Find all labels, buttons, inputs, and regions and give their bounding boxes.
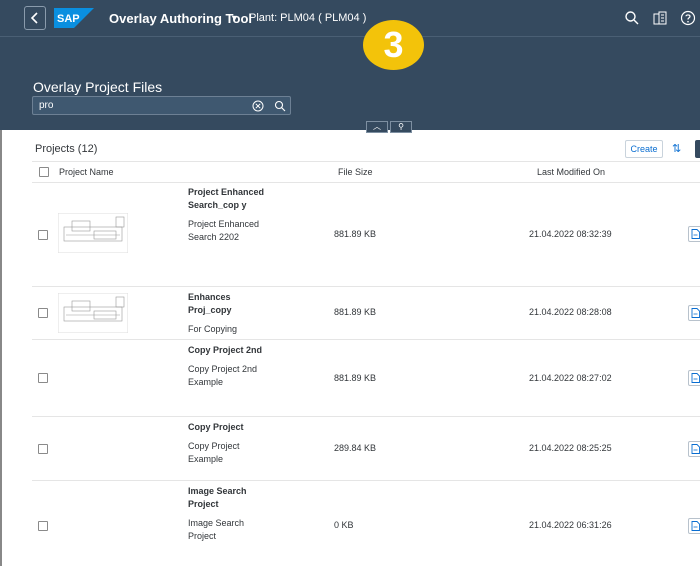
open-document-button[interactable] bbox=[688, 441, 700, 457]
divider bbox=[0, 130, 2, 566]
table-title: Projects (12) bbox=[35, 143, 98, 155]
file-size: 881.89 KB bbox=[334, 229, 377, 239]
column-header-size[interactable]: File Size bbox=[338, 167, 373, 177]
column-header-modified[interactable]: Last Modified On bbox=[537, 167, 605, 177]
document-icon bbox=[691, 373, 700, 383]
table-row[interactable]: Project Enhanced Search_cop y Project En… bbox=[32, 183, 700, 287]
last-modified: 21.04.2022 08:28:08 bbox=[529, 307, 612, 317]
plant-label: Plant: PLM04 ( PLM04 ) bbox=[249, 12, 367, 24]
project-name: Enhances Proj_copy For Copying bbox=[188, 292, 238, 334]
svg-text:SAP: SAP bbox=[57, 13, 80, 25]
row-checkbox[interactable] bbox=[38, 521, 48, 531]
search-icon[interactable] bbox=[274, 100, 286, 112]
shell-bar: SAP Overlay Authoring Tool ▼ Plant: PLM0… bbox=[0, 0, 700, 36]
table-row[interactable]: Copy Project Copy Project Example 289.84… bbox=[32, 417, 700, 481]
search-icon[interactable] bbox=[624, 10, 640, 26]
document-icon bbox=[691, 308, 700, 318]
clear-icon[interactable] bbox=[252, 100, 264, 112]
document-icon bbox=[691, 521, 700, 531]
pin-header-button[interactable]: ⚲ bbox=[390, 121, 412, 133]
last-modified: 21.04.2022 08:27:02 bbox=[529, 373, 612, 383]
document-icon bbox=[691, 444, 700, 454]
open-document-button[interactable] bbox=[688, 518, 700, 534]
select-all-checkbox[interactable] bbox=[39, 167, 49, 177]
settings-button[interactable] bbox=[695, 140, 700, 158]
open-document-button[interactable] bbox=[688, 226, 700, 242]
table-row[interactable]: Image Search Project Image Search Projec… bbox=[32, 481, 700, 571]
row-checkbox[interactable] bbox=[38, 444, 48, 454]
object-header: Overlay Project Files bbox=[0, 36, 700, 130]
row-checkbox[interactable] bbox=[38, 373, 48, 383]
search-value: pro bbox=[39, 100, 54, 111]
file-size: 881.89 KB bbox=[334, 307, 377, 317]
column-header-name[interactable]: Project Name bbox=[59, 167, 114, 177]
file-size: 881.89 KB bbox=[334, 373, 377, 383]
document-icon bbox=[691, 229, 700, 239]
last-modified: 21.04.2022 08:32:39 bbox=[529, 229, 612, 239]
last-modified: 21.04.2022 06:31:26 bbox=[529, 520, 612, 530]
sort-icon[interactable]: ⇅ bbox=[672, 142, 688, 158]
table-header: Project Name File Size Last Modified On bbox=[32, 161, 700, 183]
create-button[interactable]: Create bbox=[625, 140, 663, 158]
project-name: Copy Project 2nd Copy Project 2nd Exampl… bbox=[188, 345, 263, 387]
open-document-button[interactable] bbox=[688, 305, 700, 321]
table-row[interactable]: Copy Project 2nd Copy Project 2nd Exampl… bbox=[32, 340, 700, 417]
chevron-down-icon[interactable]: ▼ bbox=[230, 13, 239, 23]
row-checkbox[interactable] bbox=[38, 308, 48, 318]
back-button[interactable] bbox=[24, 6, 46, 30]
project-thumbnail bbox=[58, 213, 128, 253]
search-input[interactable]: pro bbox=[32, 96, 291, 115]
last-modified: 21.04.2022 08:25:25 bbox=[529, 443, 612, 453]
chevron-left-icon bbox=[30, 12, 38, 24]
file-size: 289.84 KB bbox=[334, 443, 377, 453]
help-icon[interactable] bbox=[680, 10, 696, 26]
collapse-header-button[interactable]: ︿ bbox=[366, 121, 388, 133]
sap-logo[interactable]: SAP bbox=[54, 8, 94, 28]
open-document-button[interactable] bbox=[688, 370, 700, 386]
step-badge: 3 bbox=[363, 20, 424, 70]
building-icon[interactable] bbox=[652, 10, 668, 26]
project-name: Copy Project Copy Project Example bbox=[188, 422, 244, 464]
project-thumbnail bbox=[58, 293, 128, 333]
row-checkbox[interactable] bbox=[38, 230, 48, 240]
table-row[interactable]: Enhances Proj_copy For Copying 881.89 KB… bbox=[32, 287, 700, 340]
file-size: 0 KB bbox=[334, 520, 354, 530]
project-name: Image Search Project Image Search Projec… bbox=[188, 486, 247, 541]
page-title: Overlay Project Files bbox=[33, 79, 163, 95]
project-name: Project Enhanced Search_cop y Project En… bbox=[188, 187, 265, 242]
